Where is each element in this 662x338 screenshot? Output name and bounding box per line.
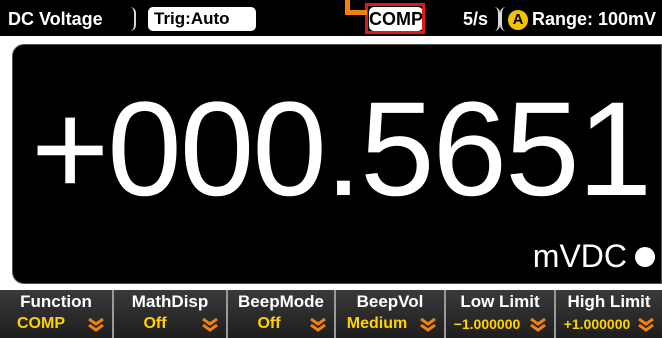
- softkey-label: MathDisp: [131, 292, 209, 311]
- softkey-mathdisp[interactable]: MathDisp Off: [114, 290, 228, 338]
- softkey-value: Medium: [346, 315, 408, 332]
- softkey-label: Low Limit: [460, 292, 540, 311]
- softkey-value: Off: [257, 315, 281, 332]
- softkey-label: High Limit: [567, 292, 651, 311]
- trigger-indicator: Trig:Auto: [148, 7, 256, 31]
- auto-range-icon: A: [508, 10, 528, 30]
- softkey-low-limit[interactable]: Low Limit −1.000000: [446, 290, 556, 338]
- softkey-high-limit[interactable]: High Limit +1.000000: [556, 290, 662, 338]
- callout-line-horizontal: [345, 10, 367, 15]
- softkey-value: −1.000000: [453, 316, 521, 332]
- chevron-down-icon: [88, 318, 104, 332]
- softkey-beepvol[interactable]: BeepVol Medium: [336, 290, 446, 338]
- softkey-value: Off: [143, 315, 167, 332]
- range-indicator: A Range: 100mV: [500, 7, 656, 31]
- function-indicator: DC Voltage: [6, 7, 136, 31]
- status-bar: DC Voltage Trig:Auto COMP 5/s A Range: 10…: [0, 0, 662, 36]
- chevron-down-icon: [202, 318, 218, 332]
- softkey-value: COMP: [17, 315, 65, 332]
- meter-screen: DC Voltage Trig:Auto COMP 5/s A Range: 10…: [0, 0, 662, 338]
- softkey-label: Function: [20, 292, 92, 311]
- softkey-bar: Function COMP MathDisp Off BeepMode Off …: [0, 290, 662, 338]
- main-display: +000.5651 mVDC: [12, 44, 662, 284]
- chevron-down-icon: [310, 318, 326, 332]
- measurement-reading: +000.5651: [31, 75, 652, 224]
- status-dot-icon: [635, 247, 655, 267]
- measurement-unit: mVDC: [532, 238, 627, 274]
- range-label: Range: 100mV: [532, 9, 657, 29]
- chevron-down-icon: [530, 318, 546, 332]
- softkey-function[interactable]: Function COMP: [0, 290, 114, 338]
- softkey-label: BeepMode: [238, 292, 324, 311]
- softkey-label: BeepVol: [356, 292, 424, 311]
- rate-indicator: 5/s: [436, 7, 500, 31]
- chevron-down-icon: [420, 318, 436, 332]
- softkey-beepmode[interactable]: BeepMode Off: [228, 290, 336, 338]
- chevron-down-icon: [638, 318, 654, 332]
- softkey-value: +1.000000: [563, 316, 631, 332]
- comp-highlight-box: [365, 3, 425, 34]
